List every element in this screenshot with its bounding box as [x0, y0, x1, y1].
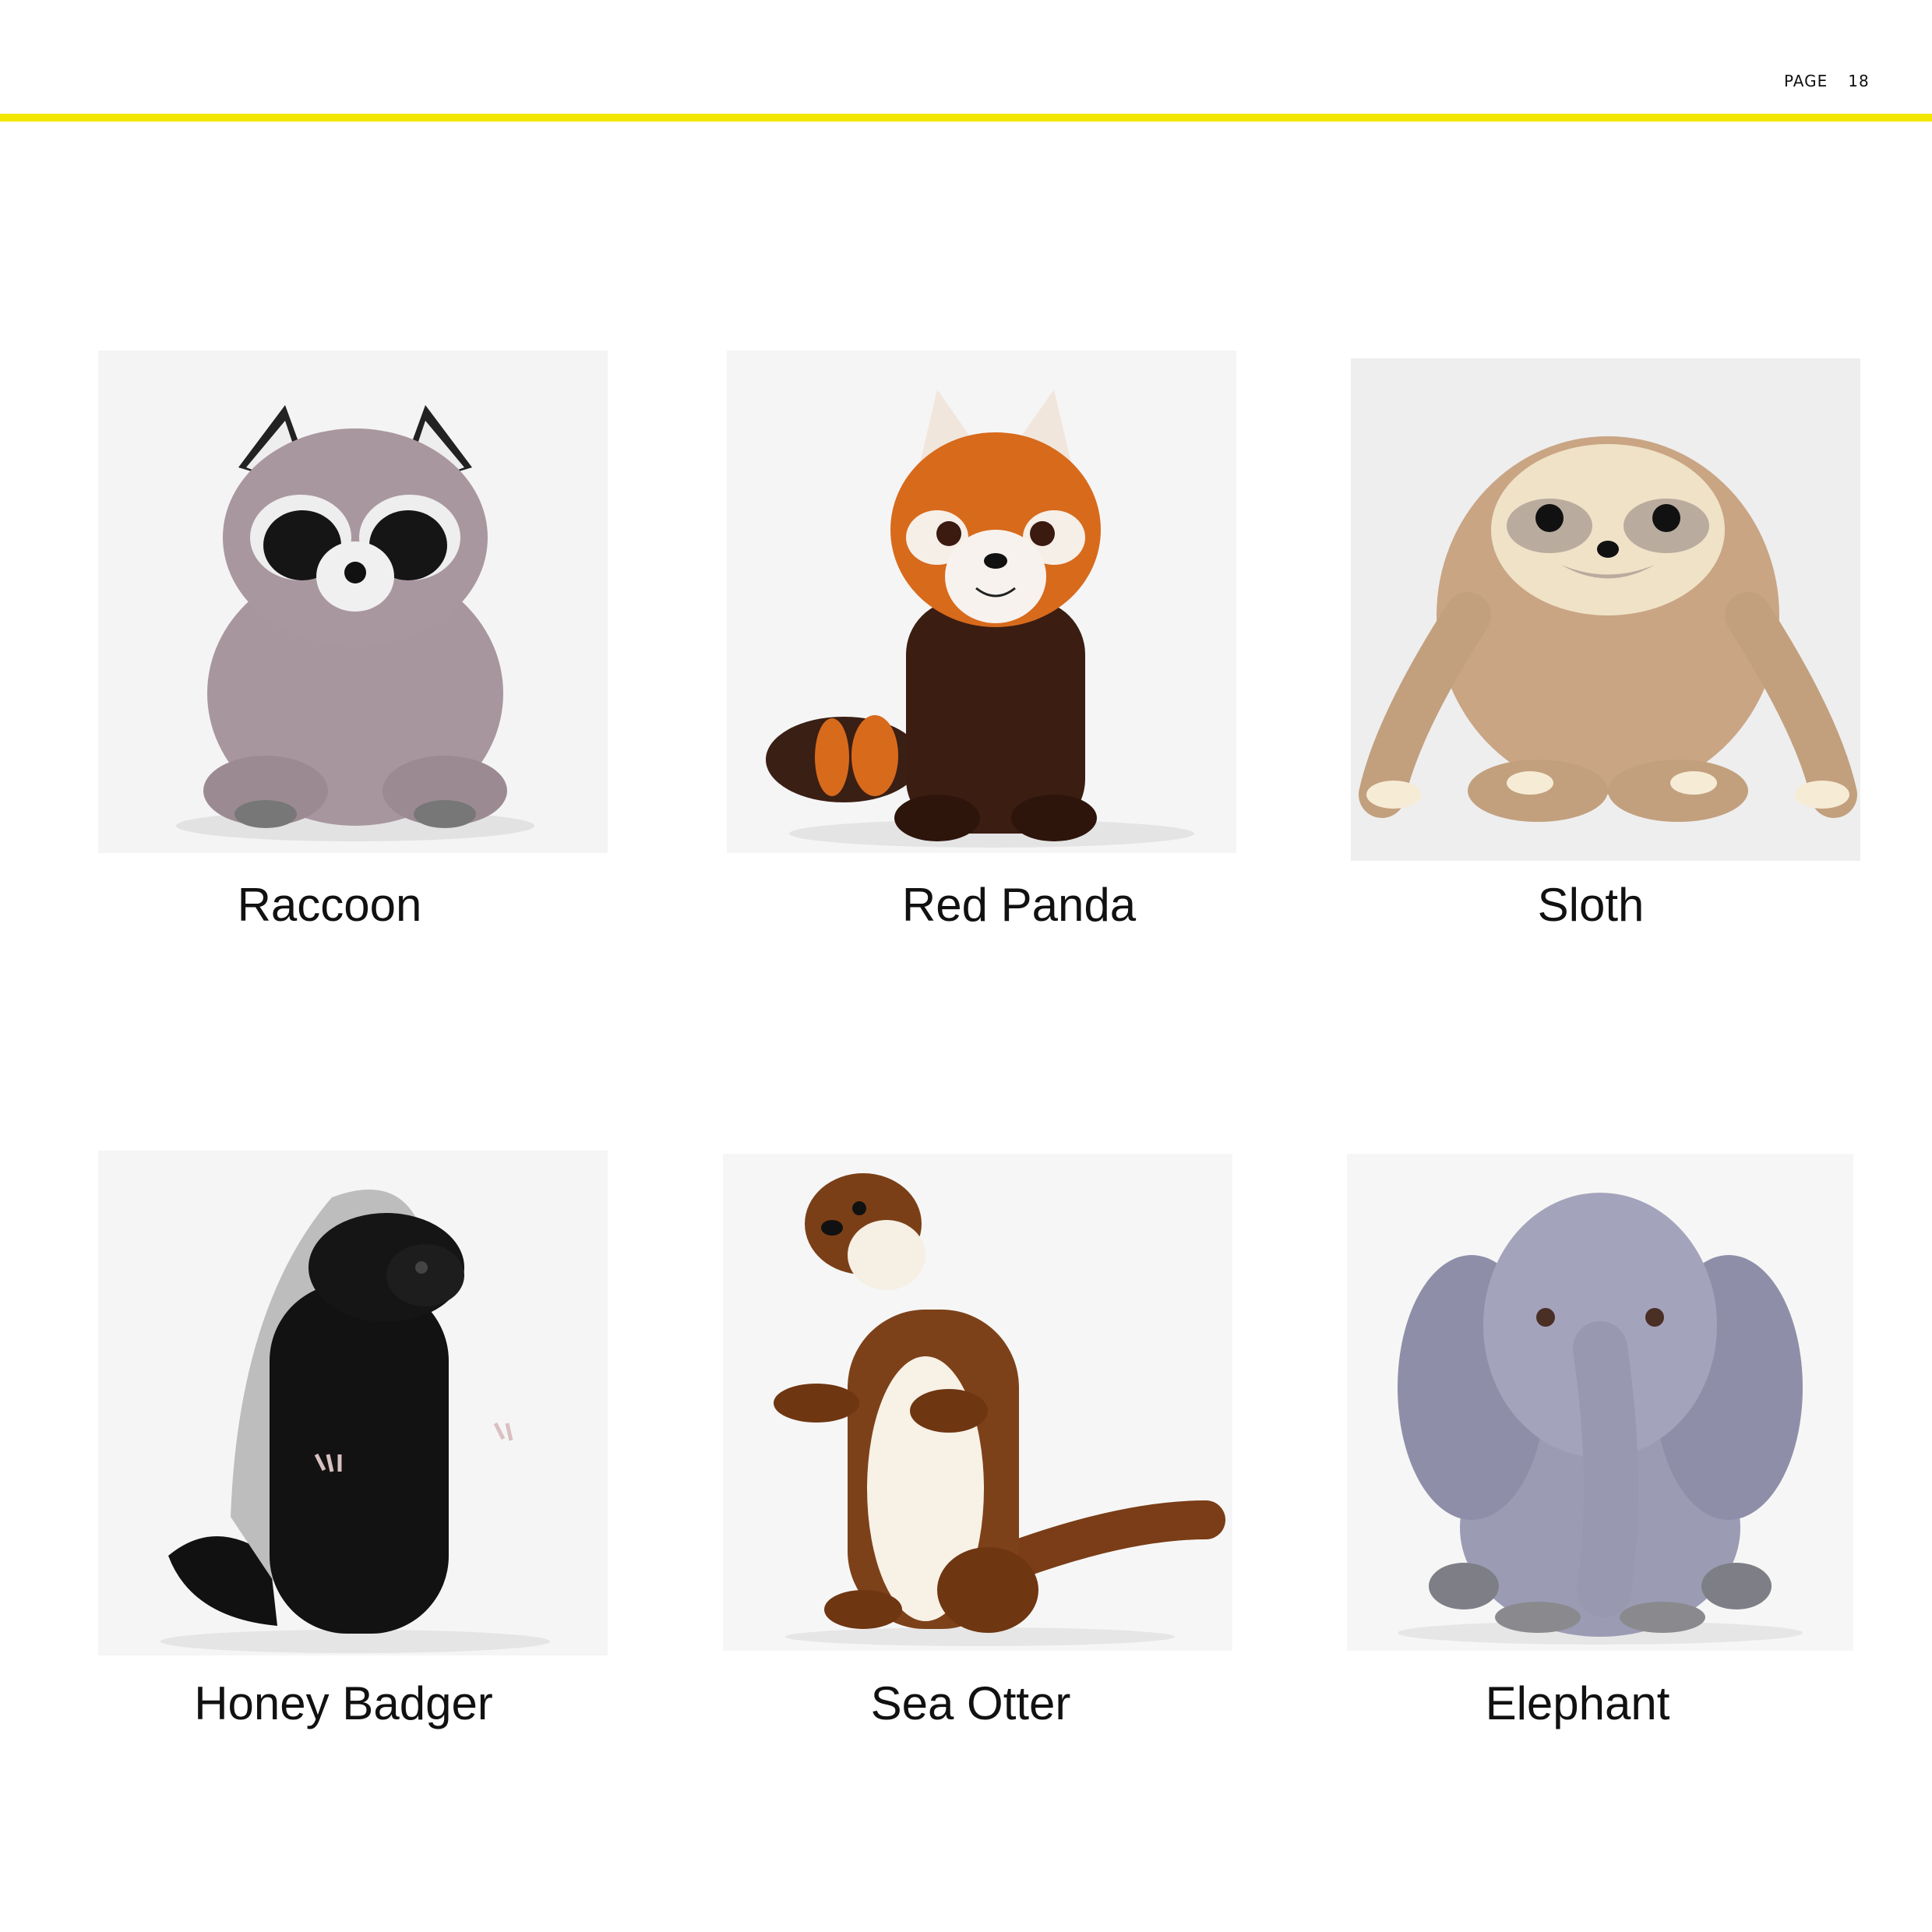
sea-otter-caption: Sea Otter [870, 1677, 1071, 1729]
honey-badger-caption: Honey Badger [194, 1677, 493, 1729]
header-rule [0, 114, 1932, 122]
elephant-plush-photo [1347, 1154, 1853, 1651]
sea-otter-plush-photo [723, 1154, 1232, 1651]
red-panda-plush-photo [727, 351, 1236, 853]
raccoon-caption: Raccoon [237, 879, 422, 931]
page-number: PAGE 18 [1784, 72, 1870, 90]
red-panda-caption: Red Panda [901, 879, 1137, 931]
sloth-caption: Sloth [1537, 879, 1645, 931]
raccoon-plush-photo [98, 351, 608, 853]
honey-badger-plush-photo [98, 1151, 608, 1655]
elephant-caption: Elephant [1485, 1677, 1670, 1729]
page-label: PAGE [1784, 72, 1828, 90]
sloth-plush-photo [1351, 358, 1860, 861]
page-number-value: 18 [1848, 72, 1870, 90]
